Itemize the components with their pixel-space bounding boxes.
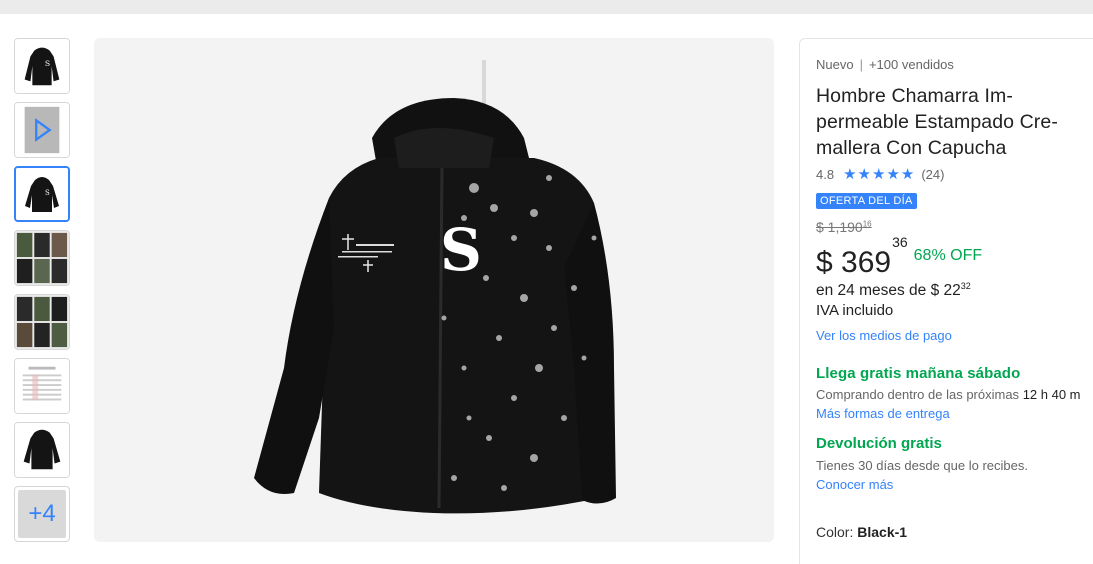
rating-stars: ★ ★ ★ ★ ★: [843, 167, 915, 182]
deal-badge: OFERTA DEL DÍA: [816, 193, 917, 209]
thumbnail-jacket-selected[interactable]: S: [14, 166, 70, 222]
installments: en 24 meses de $ 2232: [816, 281, 1093, 300]
condition-label: Nuevo: [816, 57, 854, 72]
thumbnail-jacket-back[interactable]: [14, 422, 70, 478]
thumbnail-size-chart[interactable]: [14, 358, 70, 414]
discount-label: 68% OFF: [913, 247, 983, 264]
old-price-amount: $ 1,190: [816, 219, 863, 235]
jacket-print-letter: S: [45, 59, 50, 68]
sold-count: +100 vendidos: [868, 57, 954, 72]
old-price: $ 1,19016: [816, 219, 1093, 235]
rating-summary[interactable]: 4.8 ★ ★ ★ ★ ★ (24): [816, 165, 1093, 183]
star-icon: ★: [843, 165, 857, 183]
delivery-options-link[interactable]: Más formas de entrega: [816, 406, 1093, 421]
color-value: Black-1: [857, 524, 908, 541]
product-info-panel: Nuevo | +100 vendidos Hombre Chamarra Im-p…: [799, 38, 1093, 564]
installments-text: en 24 meses de $ 22: [816, 282, 961, 300]
shipping-subtitle-text: Comprando dentro de las próximas: [816, 387, 1020, 403]
current-price-amount: $ 369: [816, 246, 892, 279]
shipping-title: Llega gratis mañana sábado: [816, 365, 1021, 383]
main-product-image[interactable]: S: [94, 38, 774, 542]
current-price: $ 36936: [816, 234, 908, 280]
product-title: Hombre Chamarra Im-permeable Estampado C…: [816, 85, 1058, 159]
old-price-cents: 16: [862, 219, 872, 229]
installments-cents: 32: [960, 281, 971, 291]
jacket-front-icon: S: [15, 39, 69, 93]
shipping-countdown: 12 h 40 m: [1022, 387, 1081, 403]
meta-separator: |: [859, 57, 863, 72]
current-price-cents: 36: [892, 234, 908, 250]
star-icon: ★: [857, 165, 871, 183]
color-label: Color:: [816, 524, 854, 541]
color-variant: Color: Black-1: [816, 524, 1093, 540]
payment-methods-link[interactable]: Ver los medios de pago: [816, 328, 1093, 343]
star-icon: ★: [886, 165, 900, 183]
thumbnail-more[interactable]: +4: [14, 486, 70, 542]
collage-icon: [15, 231, 69, 285]
collage-icon: [15, 295, 69, 349]
more-images-count: +4: [18, 490, 66, 538]
jacket-print-letter: S: [440, 216, 482, 284]
jacket-print-letter: S: [45, 189, 50, 197]
size-chart-icon: [15, 359, 69, 413]
returns-title: Devolución gratis: [816, 435, 942, 453]
thumbnail-jacket-front[interactable]: S: [14, 38, 70, 94]
shipping-subtitle: Comprando dentro de las próximas 12 h 40…: [816, 387, 1093, 402]
star-icon: ★: [871, 165, 886, 183]
browser-top-strip: [0, 0, 1093, 14]
returns-info-link[interactable]: Conocer más: [816, 477, 1093, 492]
thumbnail-video[interactable]: [14, 102, 70, 158]
play-icon: [15, 103, 69, 157]
star-icon: ★: [900, 165, 915, 183]
jacket-photo: S: [94, 38, 774, 542]
jacket-front-icon: S: [16, 168, 68, 220]
jacket-back-icon: [15, 423, 69, 477]
iva-label: IVA incluido: [816, 302, 894, 320]
price-row: $ 36936 68% OFF: [816, 234, 1093, 279]
returns-subtitle: Tienes 30 días desde que lo recibes.: [816, 458, 1028, 474]
thumbnail-collage-1[interactable]: [14, 230, 70, 286]
thumbnail-gallery: S S +4: [14, 38, 70, 550]
rating-value: 4.8: [816, 166, 835, 182]
thumbnail-collage-2[interactable]: [14, 294, 70, 350]
rating-count: (24): [921, 166, 945, 182]
product-meta: Nuevo | +100 vendidos: [816, 57, 1093, 73]
